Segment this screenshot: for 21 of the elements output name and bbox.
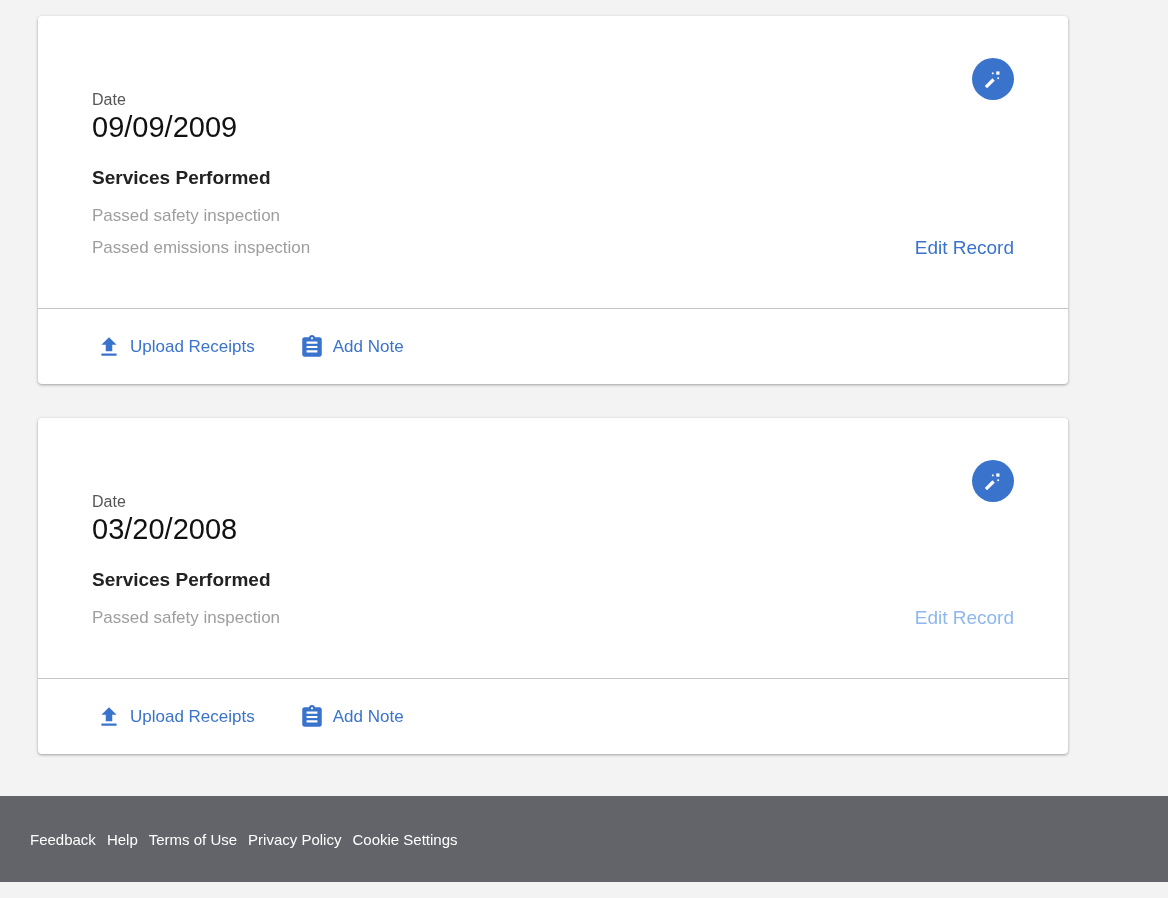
footer-link[interactable]: Cookie Settings bbox=[352, 830, 458, 848]
footer-link[interactable]: Privacy Policy bbox=[248, 830, 342, 848]
footer-link[interactable]: Help bbox=[106, 830, 138, 848]
service-item: Passed safety inspection bbox=[92, 205, 282, 227]
date-value: 09/09/2009 bbox=[92, 110, 239, 144]
upload-receipts-link[interactable]: Upload Receipts bbox=[96, 333, 255, 360]
service-item: Passed emissions inspection bbox=[92, 237, 311, 259]
edit-record-link[interactable]: Edit Record bbox=[914, 232, 1014, 264]
date-label: Date bbox=[92, 492, 127, 512]
footer-link[interactable]: Feedback bbox=[30, 830, 96, 848]
add-note-link[interactable]: Add Note bbox=[298, 333, 404, 360]
section-heading: Services Performed bbox=[92, 568, 272, 592]
footer-link[interactable]: Terms of Use bbox=[148, 830, 238, 848]
magic-wand-button[interactable] bbox=[972, 460, 1014, 502]
add-note-link[interactable]: Add Note bbox=[298, 703, 404, 730]
date-value: 03/20/2008 bbox=[92, 512, 239, 546]
magic-wand-button[interactable] bbox=[972, 58, 1014, 100]
section-heading: Services Performed bbox=[92, 166, 272, 190]
upload-receipts-link[interactable]: Upload Receipts bbox=[96, 703, 255, 730]
service-item: Passed safety inspection bbox=[92, 607, 281, 629]
date-label: Date bbox=[92, 90, 127, 110]
